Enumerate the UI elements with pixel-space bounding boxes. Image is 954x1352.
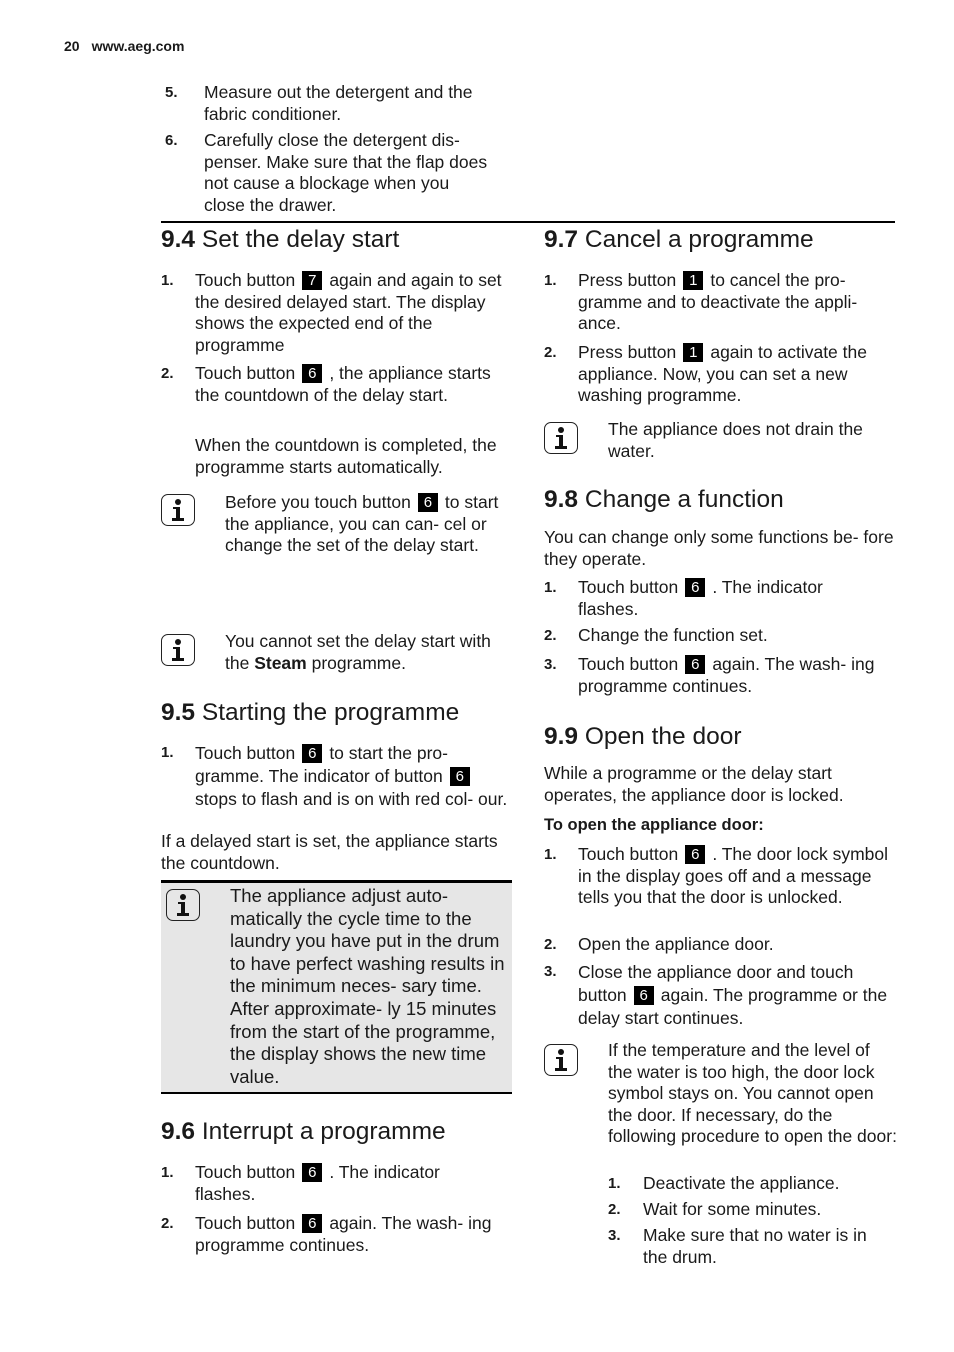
step-number: 2.: [544, 344, 557, 361]
button-key-6: 6: [302, 744, 323, 763]
step-number: 2.: [544, 627, 557, 644]
button-key-6: 6: [449, 767, 470, 786]
step-text: Make sure that no water is in the drum.: [643, 1225, 867, 1267]
step-number: 5.: [165, 84, 178, 101]
button-key-6: 6: [302, 364, 323, 383]
step-number: 1.: [161, 272, 174, 289]
step-number: 2.: [161, 1215, 174, 1232]
step-text: Touch button 6 . The door lock symbol in…: [578, 844, 889, 907]
button-key-6: 6: [685, 655, 706, 674]
step-text: Touch button 6 to start the pro- gramme.…: [195, 743, 508, 809]
step-number: 1.: [544, 272, 557, 289]
site-url: www.aeg.com: [91, 38, 185, 54]
step-number: 6.: [165, 132, 178, 149]
step-text: Deactivate the appliance.: [643, 1173, 840, 1193]
page-header: 20 www.aeg.com: [64, 38, 184, 54]
info-icon: [166, 889, 200, 921]
step-text: Carefully close the detergent dis- pense…: [204, 130, 488, 215]
s94-note-2: You cannot set the delay start with the …: [225, 631, 491, 673]
info-icon: [161, 494, 195, 526]
s99-subheading: To open the appliance door:: [544, 816, 764, 834]
step-number: 3.: [544, 963, 557, 980]
step-text: Touch button 6 . The indicator flashes.: [195, 1162, 440, 1204]
s95-after-text: If a delayed start is set, the appliance…: [161, 831, 498, 873]
info-icon: [544, 1044, 578, 1076]
button-key-6: 6: [302, 1163, 323, 1182]
s97-note: The appliance does not drain the water.: [608, 419, 863, 461]
section-divider: [161, 221, 895, 223]
s95-note: The appliance adjust auto- matically the…: [230, 885, 505, 1087]
step-number: 1.: [544, 846, 557, 863]
button-key-7: 7: [302, 271, 323, 290]
s94-note-1: Before you touch button 6 to start the a…: [225, 492, 499, 555]
step-number: 1.: [161, 744, 174, 761]
heading-9-9: 9.9 Open the door: [544, 723, 742, 750]
step-text: Measure out the detergent and the fabric…: [204, 82, 473, 124]
step-text: Press button 1 again to activate the app…: [578, 342, 867, 405]
s99-note: If the temperature and the level of the …: [608, 1040, 897, 1146]
button-key-6: 6: [302, 1214, 323, 1233]
step-number: 3.: [608, 1227, 621, 1244]
step-number: 2.: [161, 365, 174, 382]
button-key-6: 6: [633, 986, 654, 1005]
step-text: Touch button 6 . The indicator flashes.: [578, 577, 823, 619]
info-icon: [544, 422, 578, 454]
step-text: Press button 1 to cancel the pro- gramme…: [578, 270, 858, 333]
heading-9-5: 9.5 Starting the programme: [161, 699, 460, 726]
step-text: Wait for some minutes.: [643, 1199, 822, 1219]
step-number: 3.: [544, 656, 557, 673]
heading-9-4: 9.4 Set the delay start: [161, 226, 400, 253]
step-text: Change the function set.: [578, 625, 768, 645]
step-text: Touch button 6 again. The wash- ing prog…: [578, 654, 875, 696]
step-number: 2.: [544, 936, 557, 953]
step-text: Touch button 7 again and again to set th…: [195, 270, 502, 355]
button-key-6: 6: [685, 578, 706, 597]
button-key-6: 6: [685, 845, 706, 864]
heading-9-7: 9.7 Cancel a programme: [544, 226, 814, 253]
step-text: Touch button 6 again. The wash- ing prog…: [195, 1213, 492, 1255]
s98-intro: You can change only some functions be- f…: [544, 527, 894, 569]
heading-9-8: 9.8 Change a function: [544, 486, 784, 513]
step-number: 1.: [161, 1164, 174, 1181]
button-key-1: 1: [683, 343, 704, 362]
step-number: 2.: [608, 1201, 621, 1218]
s94-after-text: When the countdown is completed, the pro…: [195, 435, 497, 477]
heading-9-6: 9.6 Interrupt a programme: [161, 1118, 446, 1145]
s99-intro: While a programme or the delay start ope…: [544, 763, 844, 805]
page-number: 20: [64, 38, 80, 54]
step-text: Touch button 6 , the appliance starts th…: [195, 363, 491, 405]
step-text: Close the appliance door and touch butto…: [578, 962, 888, 1028]
step-text: Open the appliance door.: [578, 934, 774, 954]
info-icon: [161, 634, 195, 666]
step-number: 1.: [544, 579, 557, 596]
button-key-1: 1: [683, 271, 704, 290]
step-number: 1.: [608, 1175, 621, 1192]
button-key-6: 6: [417, 493, 439, 512]
